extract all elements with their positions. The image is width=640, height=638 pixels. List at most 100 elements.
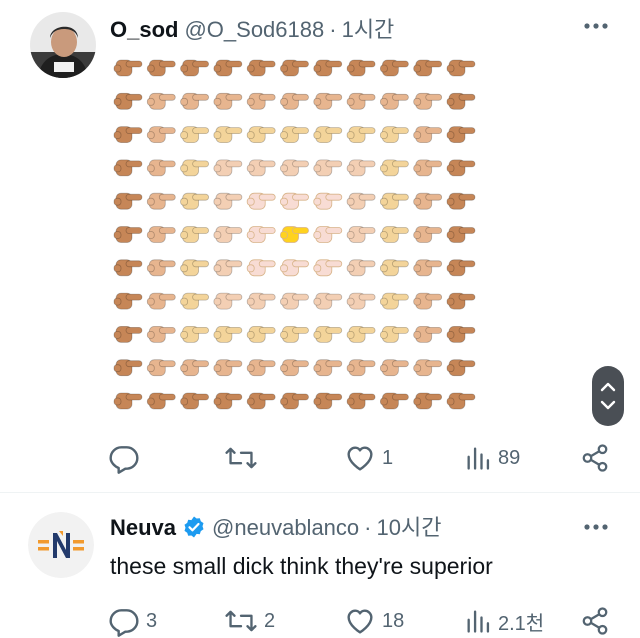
backhand-index-pointing-right-icon (313, 226, 343, 243)
more-options-icon[interactable] (582, 16, 610, 36)
more-options-icon[interactable] (582, 517, 610, 537)
backhand-index-pointing-right-icon (346, 259, 376, 277)
backhand-index-pointing-right-icon (280, 325, 309, 343)
backhand-index-pointing-right-icon (146, 259, 176, 277)
like-button[interactable]: 1 (344, 438, 393, 478)
backhand-index-pointing-right-icon (180, 325, 209, 343)
backhand-index-pointing-right-icon (280, 226, 309, 243)
backhand-index-pointing-right-icon (280, 159, 309, 177)
backhand-index-pointing-right-icon (180, 126, 209, 143)
scroll-up-icon[interactable] (600, 382, 616, 392)
backhand-index-pointing-right-icon (213, 259, 243, 277)
avatar[interactable] (30, 12, 96, 78)
reply-button[interactable]: 3 (108, 601, 157, 638)
backhand-index-pointing-right-icon (113, 359, 143, 377)
backhand-index-pointing-right-icon (246, 92, 276, 110)
handle[interactable]: @O_Sod6188 (184, 17, 324, 43)
backhand-index-pointing-right-icon (146, 92, 176, 110)
backhand-index-pointing-right-icon (213, 192, 243, 210)
tweet-header: Neuva @neuvablanco · 10시간 (110, 510, 441, 542)
backhand-index-pointing-right-icon (280, 126, 309, 143)
repost-button[interactable] (224, 438, 264, 478)
backhand-index-pointing-right-icon (246, 59, 276, 77)
heart-icon (347, 446, 373, 471)
backhand-index-pointing-right-icon (246, 226, 276, 243)
avatar[interactable] (28, 512, 94, 578)
backhand-index-pointing-right-icon (113, 192, 143, 210)
backhand-index-pointing-right-icon (313, 292, 343, 310)
handle[interactable]: @neuvablanco (212, 515, 359, 541)
backhand-index-pointing-right-icon (446, 292, 476, 310)
backhand-index-pointing-right-icon (146, 59, 176, 77)
backhand-index-pointing-right-icon (379, 359, 409, 377)
backhand-index-pointing-right-icon (280, 292, 309, 310)
backhand-index-pointing-right-icon (413, 259, 443, 277)
backhand-index-pointing-right-icon (413, 59, 443, 77)
backhand-index-pointing-right-icon (113, 325, 143, 343)
tweet-actions: 1 89 (0, 438, 640, 478)
backhand-index-pointing-right-icon (313, 259, 343, 277)
share-button[interactable] (580, 438, 610, 478)
backhand-index-pointing-right-icon (180, 192, 209, 210)
repost-button[interactable]: 2 (224, 601, 275, 638)
tweet-header: O_sod @O_Sod6188 · 1시간 (110, 12, 394, 44)
backhand-index-pointing-right-icon (113, 59, 143, 77)
tweet-neuva[interactable]: Neuva @neuvablanco · 10시간 these small di… (0, 492, 640, 638)
reply-icon (109, 446, 139, 474)
backhand-index-pointing-right-icon (379, 159, 409, 177)
display-name[interactable]: Neuva (110, 515, 176, 541)
share-icon (582, 607, 608, 635)
backhand-index-pointing-right-icon (379, 59, 409, 77)
backhand-index-pointing-right-icon (213, 92, 243, 110)
views-button[interactable]: 2.1천 (464, 601, 544, 638)
neuva-logo-icon (28, 512, 94, 578)
backhand-index-pointing-right-icon (346, 92, 376, 110)
reply-button[interactable] (108, 438, 146, 478)
scroll-down-icon[interactable] (600, 400, 616, 410)
analytics-icon (467, 447, 490, 470)
backhand-index-pointing-right-icon (346, 126, 376, 143)
backhand-index-pointing-right-icon (113, 292, 143, 310)
backhand-index-pointing-right-icon (313, 192, 343, 210)
backhand-index-pointing-right-icon (346, 192, 376, 210)
share-button[interactable] (580, 601, 610, 638)
backhand-index-pointing-right-icon (413, 392, 443, 410)
backhand-index-pointing-right-icon (313, 325, 343, 343)
backhand-index-pointing-right-icon (346, 159, 376, 177)
backhand-index-pointing-right-icon (246, 192, 276, 210)
backhand-index-pointing-right-icon (246, 359, 276, 377)
backhand-index-pointing-right-icon (446, 159, 476, 177)
like-button[interactable]: 18 (344, 601, 404, 638)
backhand-index-pointing-right-icon (246, 259, 276, 277)
backhand-index-pointing-right-icon (346, 59, 376, 77)
timestamp[interactable]: 10시간 (376, 510, 441, 542)
backhand-index-pointing-right-icon (246, 126, 276, 143)
tweet-osod[interactable]: O_sod @O_Sod6188 · 1시간 1 89 (0, 0, 640, 492)
backhand-index-pointing-right-icon (146, 359, 176, 377)
backhand-index-pointing-right-icon (146, 159, 176, 177)
backhand-index-pointing-right-icon (446, 192, 476, 210)
backhand-index-pointing-right-icon (146, 192, 176, 210)
timestamp[interactable]: 1시간 (342, 12, 395, 44)
backhand-index-pointing-right-icon (446, 325, 476, 343)
backhand-index-pointing-right-icon (213, 359, 243, 377)
backhand-index-pointing-right-icon (346, 392, 376, 410)
verified-badge-icon[interactable] (182, 515, 206, 539)
display-name[interactable]: O_sod (110, 17, 178, 43)
backhand-index-pointing-right-icon (113, 159, 143, 177)
view-count: 2.1천 (498, 612, 545, 635)
backhand-index-pointing-right-icon (313, 392, 343, 410)
backhand-index-pointing-right-icon (213, 325, 243, 343)
backhand-index-pointing-right-icon (446, 359, 476, 377)
profile-photo-icon (30, 12, 96, 78)
backhand-index-pointing-right-icon (180, 92, 209, 110)
like-count: 1 (382, 446, 394, 469)
backhand-index-pointing-right-icon (246, 292, 276, 310)
backhand-index-pointing-right-icon (446, 126, 476, 143)
backhand-index-pointing-right-icon (379, 325, 409, 343)
backhand-index-pointing-right-icon (413, 92, 443, 110)
backhand-index-pointing-right-icon (346, 325, 376, 343)
backhand-index-pointing-right-icon (346, 292, 376, 310)
scroll-buttons (592, 366, 624, 426)
views-button[interactable]: 89 (464, 438, 520, 478)
